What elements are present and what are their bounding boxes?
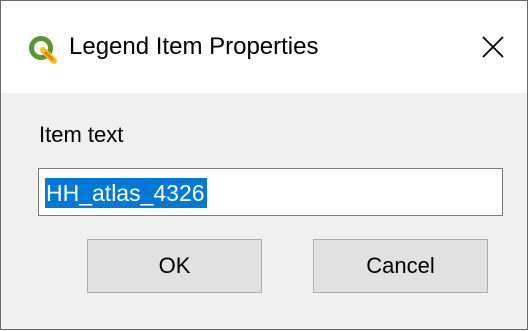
cancel-button[interactable]: Cancel (313, 239, 488, 293)
close-icon (482, 36, 504, 58)
item-text-input[interactable]: HH_atlas_4326 (38, 168, 503, 216)
dialog-body: Item text HH_atlas_4326 OK Cancel (1, 93, 527, 329)
title-bar[interactable]: Legend Item Properties (1, 1, 527, 93)
qgis-logo-icon (29, 36, 57, 64)
item-text-label: Item text (39, 122, 124, 147)
close-button[interactable] (469, 23, 517, 71)
dialog-title: Legend Item Properties (69, 33, 319, 60)
legend-item-properties-dialog: Legend Item Properties Item text HH_atla… (0, 0, 528, 330)
ok-button[interactable]: OK (87, 239, 262, 293)
item-text-value[interactable]: HH_atlas_4326 (45, 178, 207, 208)
